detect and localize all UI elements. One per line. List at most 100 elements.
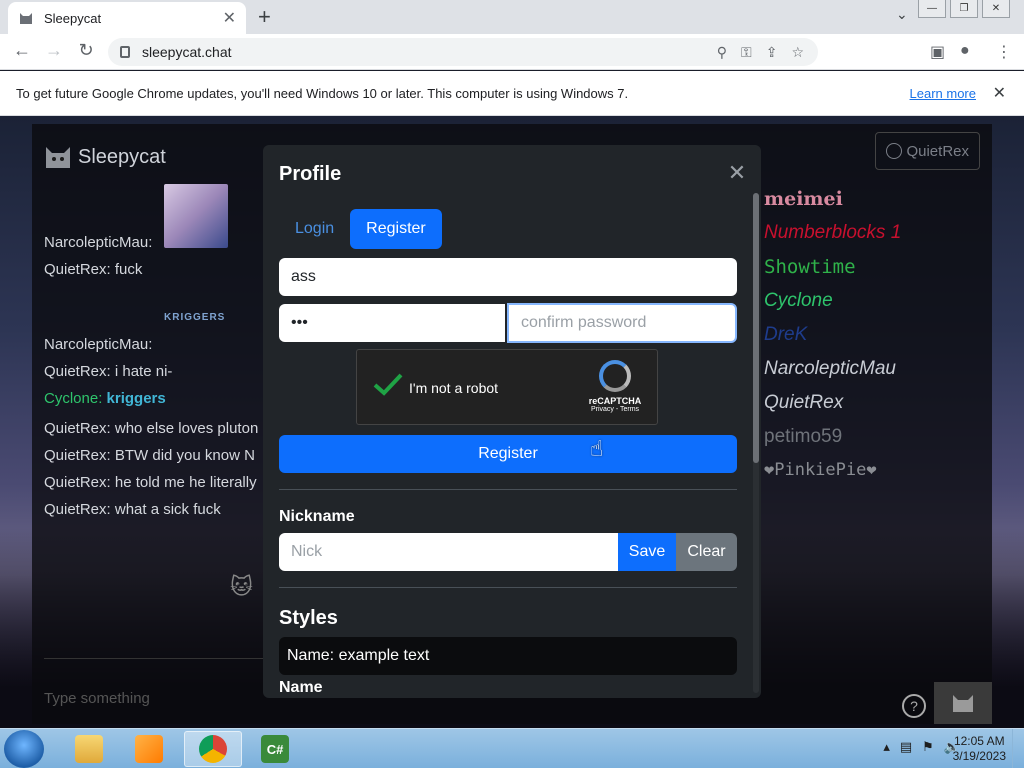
lock-icon: [120, 46, 130, 58]
taskbar: C# ▴ ▤ ⚑ 🔈 12:05 AM 3/19/2023: [0, 728, 1024, 768]
nickname-label: Nickname: [279, 508, 355, 525]
chat-message: QuietRex: who else loves pluton: [44, 420, 259, 437]
address-bar[interactable]: sleepycat.chat ⚲ ⚿ ⇪ ☆: [108, 38, 818, 66]
chrome-taskbar-button[interactable]: [184, 731, 242, 767]
user-list-item[interactable]: Numberblocks 1: [764, 222, 901, 244]
save-button[interactable]: Save: [618, 533, 676, 571]
modal-scrollbar[interactable]: [753, 193, 759, 693]
chat-sender: Cyclone:: [44, 390, 103, 407]
chat-image-small[interactable]: KRIGGERS: [164, 312, 228, 324]
close-infobar-icon[interactable]: ✕: [993, 83, 1006, 103]
modal-title: Profile: [279, 163, 342, 185]
divider: [279, 587, 737, 588]
new-tab-button[interactable]: +: [258, 4, 271, 30]
brand-name: Sleepycat: [78, 145, 166, 168]
chat-message: NarcolepticMau:: [44, 336, 153, 353]
chat-message: QuietRex: he told me he literally: [44, 474, 257, 491]
side-panel-icon[interactable]: ▣: [930, 42, 945, 62]
profile-modal: Profile ✕ Login Register ass ••• confirm…: [263, 145, 761, 698]
tab-login[interactable]: Login: [279, 209, 350, 249]
forward-arrow-icon[interactable]: →: [42, 40, 66, 61]
maximize-button[interactable]: ❐: [950, 0, 978, 18]
password-field[interactable]: •••: [279, 304, 505, 342]
explorer-taskbar-button[interactable]: [60, 731, 118, 767]
cat-icon: [953, 695, 973, 712]
tray-chevron-icon[interactable]: ▴: [883, 739, 890, 755]
send-button[interactable]: [934, 682, 992, 724]
register-button[interactable]: Register: [279, 435, 737, 473]
recaptcha-links[interactable]: Privacy - Terms: [585, 406, 645, 413]
user-list-item[interactable]: NarcolepticMau: [764, 358, 896, 380]
tab-search-chevron-icon[interactable]: ⌄: [896, 6, 908, 23]
user-button[interactable]: QuietRex: [875, 132, 980, 170]
user-list-item[interactable]: QuietRex: [764, 392, 843, 414]
browser-tab-sleepycat[interactable]: Sleepycat ✕: [8, 2, 246, 34]
user-list-item[interactable]: DreK: [764, 324, 807, 346]
nickname-input[interactable]: Nick: [279, 533, 619, 571]
chrome-icon: [199, 735, 227, 763]
chat-message: Cyclone: kriggers: [44, 390, 166, 407]
back-arrow-icon[interactable]: ←: [10, 40, 34, 61]
recaptcha-brand: reCAPTCHA: [588, 396, 642, 406]
chat-image[interactable]: [164, 184, 228, 248]
user-icon: [886, 143, 903, 159]
cat-icon: 🐱: [230, 574, 253, 599]
user-button-label: QuietRex: [906, 142, 969, 160]
confirm-password-field[interactable]: confirm password: [507, 303, 737, 343]
reload-icon[interactable]: ↻: [74, 40, 98, 61]
minimize-button[interactable]: —: [918, 0, 946, 18]
system-tray: ▴ ▤ ⚑ 🔈: [883, 739, 960, 755]
name-label: Name: [279, 679, 323, 696]
tab-title: Sleepycat: [44, 10, 102, 26]
brand[interactable]: Sleepycat: [44, 144, 166, 170]
close-window-button[interactable]: ✕: [982, 0, 1010, 18]
clear-button[interactable]: Clear: [676, 533, 737, 571]
share-icon[interactable]: ⇪: [766, 44, 778, 61]
csharp-icon: C#: [261, 735, 289, 763]
url-text: sleepycat.chat: [142, 44, 232, 60]
key-icon[interactable]: ⚿: [741, 44, 752, 61]
profile-icon[interactable]: ●: [960, 42, 970, 60]
user-list-item[interactable]: Showtime: [764, 256, 856, 278]
checkmark-icon[interactable]: [373, 372, 403, 396]
user-list-item[interactable]: ❤PinkiePie❤: [764, 460, 877, 480]
media-player-taskbar-button[interactable]: [120, 731, 178, 767]
user-list-item[interactable]: petimo59: [764, 426, 842, 448]
tab-strip: Sleepycat ✕ + ⌄ — ❐ ✕: [0, 0, 1024, 34]
search-icon[interactable]: ⚲: [717, 44, 727, 61]
chat-text: kriggers: [106, 390, 166, 407]
auth-tabs: Login Register: [279, 209, 442, 249]
username-field[interactable]: ass: [279, 258, 737, 296]
update-infobar: To get future Google Chrome updates, you…: [0, 71, 1024, 116]
chat-message: QuietRex: BTW did you know N: [44, 447, 255, 464]
csharp-taskbar-button[interactable]: C#: [246, 731, 304, 767]
style-preview: Name: example text: [279, 637, 737, 675]
styles-heading: Styles: [279, 607, 338, 629]
tab-register[interactable]: Register: [350, 209, 442, 249]
infobar-message: To get future Google Chrome updates, you…: [16, 85, 629, 101]
network-icon[interactable]: ▤: [900, 739, 912, 755]
learn-more-link[interactable]: Learn more: [910, 86, 976, 101]
recaptcha-logo: reCAPTCHA Privacy - Terms: [585, 360, 645, 413]
start-button[interactable]: [4, 730, 44, 768]
close-icon[interactable]: ✕: [727, 162, 747, 184]
folder-icon: [75, 735, 103, 763]
chat-message: QuietRex: what a sick fuck: [44, 501, 221, 518]
help-icon[interactable]: ?: [902, 694, 926, 718]
window-controls: — ❐ ✕: [918, 0, 1010, 18]
action-center-icon[interactable]: ⚑: [922, 739, 934, 755]
captcha-label: I'm not a robot: [409, 380, 499, 396]
menu-kebab-icon[interactable]: ⋮: [996, 42, 1012, 62]
show-desktop-button[interactable]: [1012, 729, 1024, 768]
clock-time: 12:05 AM: [953, 734, 1005, 748]
close-tab-icon[interactable]: ✕: [223, 8, 236, 28]
message-input[interactable]: Type something: [44, 690, 150, 707]
star-icon[interactable]: ☆: [791, 44, 804, 61]
clock[interactable]: 12:05 AM 3/19/2023: [953, 734, 1006, 764]
chat-message: QuietRex: i hate ni-: [44, 363, 173, 380]
cat-icon: [20, 13, 32, 24]
user-list-item[interactable]: meimei: [764, 188, 843, 210]
user-list-item[interactable]: Cyclone: [764, 290, 833, 312]
scrollbar-thumb[interactable]: [753, 193, 759, 463]
divider: [44, 658, 264, 659]
